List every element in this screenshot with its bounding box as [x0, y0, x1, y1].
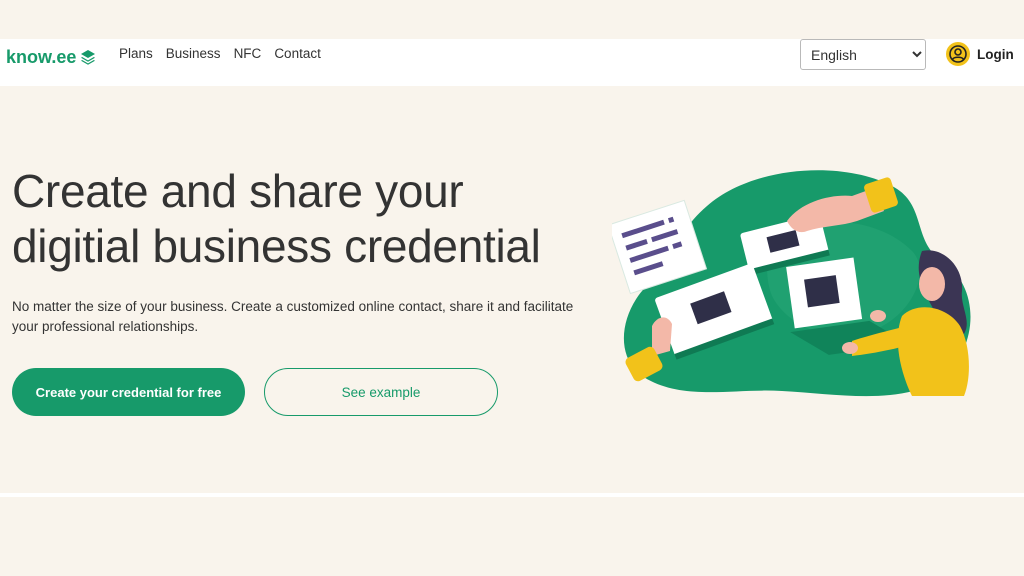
hero-title: Create and share your digitial business … [12, 164, 612, 274]
user-circle-icon [946, 42, 970, 66]
language-select[interactable]: English [800, 39, 926, 70]
top-navbar: know.ee Plans Business NFC Contact Engli… [0, 39, 1024, 86]
section-divider [0, 493, 1024, 497]
hero-description: No matter the size of your business. Cre… [12, 299, 574, 334]
nav-link-plans[interactable]: Plans [119, 46, 153, 61]
main-nav: Plans Business NFC Contact [119, 46, 321, 61]
hero-title-line-1: Create and share your [12, 165, 464, 217]
layers-icon [81, 50, 96, 65]
brand-name: know.ee [6, 46, 77, 67]
nav-link-contact[interactable]: Contact [274, 46, 321, 61]
see-example-button[interactable]: See example [264, 368, 498, 416]
hero-title-line-2: digitial business credential [12, 220, 541, 272]
nav-link-business[interactable]: Business [166, 46, 221, 61]
brand-logo[interactable]: know.ee [6, 47, 96, 67]
nav-link-nfc[interactable]: NFC [234, 46, 262, 61]
login-button[interactable]: Login [946, 42, 1014, 66]
login-label: Login [977, 46, 1014, 62]
create-credential-button[interactable]: Create your credential for free [12, 368, 245, 416]
hero-illustration [612, 170, 971, 397]
